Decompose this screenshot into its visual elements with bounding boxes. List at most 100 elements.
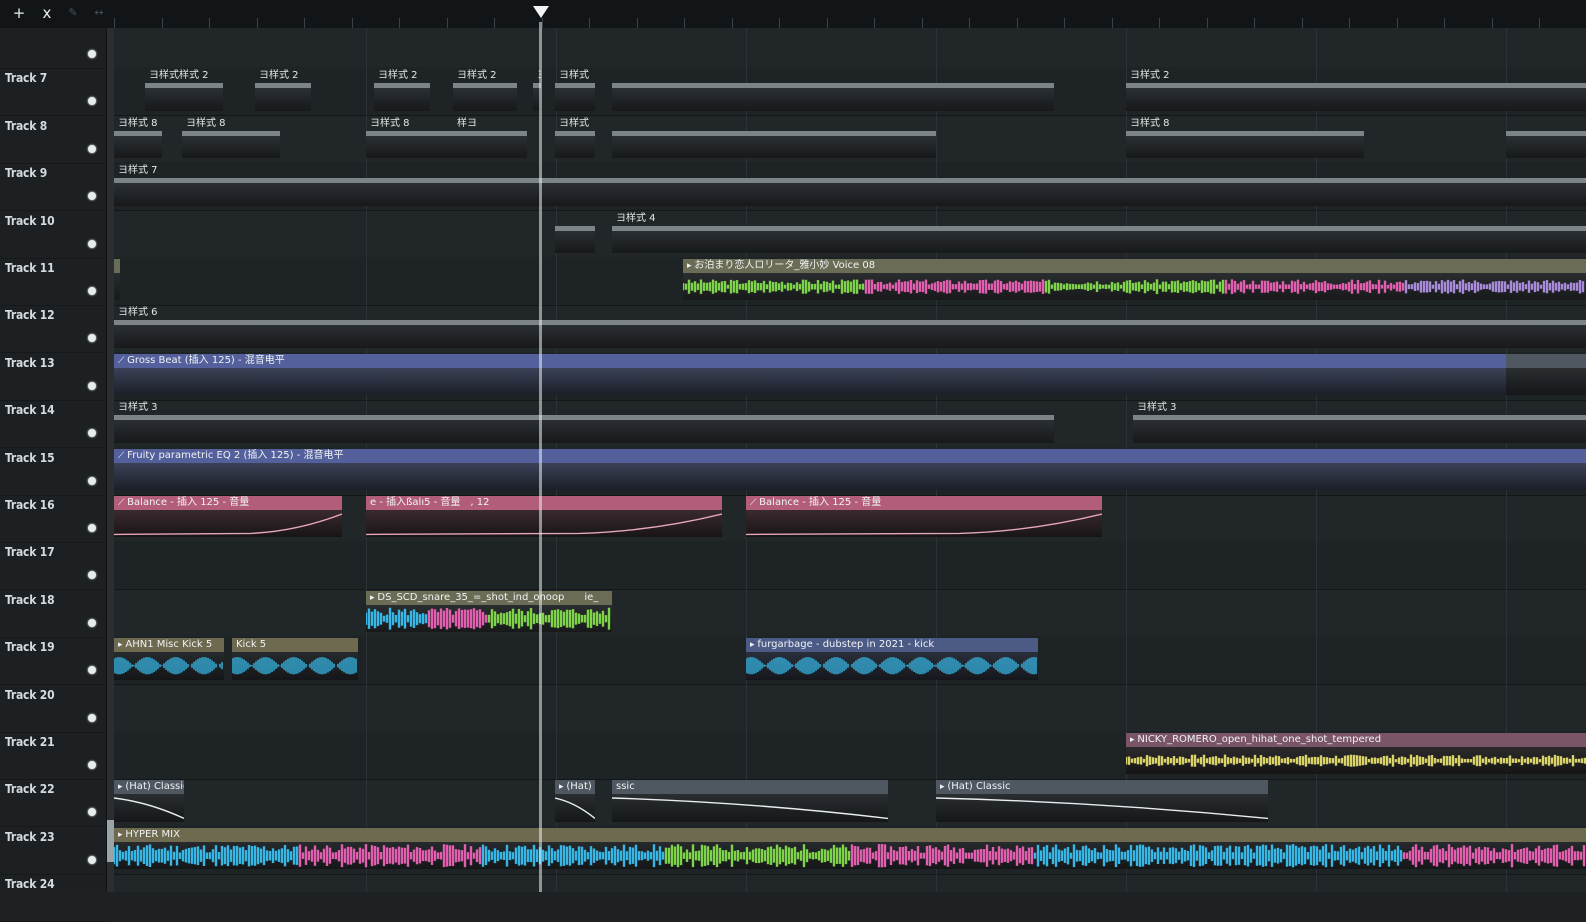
pattern-clip[interactable]: ヨ样式 7 <box>114 164 1586 206</box>
track-mute-led[interactable] <box>88 50 96 58</box>
clip-title: ▸ NICKY_ROMERO_open_hihat_one_shot_tempe… <box>1126 733 1586 747</box>
waveform <box>114 797 184 820</box>
track-header[interactable]: Track 6 <box>0 20 106 69</box>
track-header[interactable]: Track 22 <box>0 778 106 828</box>
track-lane[interactable] <box>114 28 1586 69</box>
pattern-clip[interactable]: ヨ样式 8 <box>1126 117 1364 159</box>
ruler-tick <box>1159 18 1160 28</box>
track-mute-led[interactable] <box>88 97 96 106</box>
pattern-clip[interactable] <box>612 117 936 159</box>
track-mute-led[interactable] <box>88 713 96 722</box>
track-lane[interactable] <box>114 684 1586 733</box>
audio-clip[interactable]: ▸ (Hat) <box>555 780 595 822</box>
track-mute-led[interactable] <box>88 429 96 438</box>
track-mute-led[interactable] <box>88 666 96 675</box>
ruler-tick <box>779 18 780 28</box>
track-header[interactable]: Track 23 <box>0 826 106 875</box>
clip-body <box>366 604 612 633</box>
pattern-clip[interactable]: ヨ样式 <box>555 117 595 159</box>
pattern-clip[interactable]: ヨ样式 8 <box>182 117 280 159</box>
track-mute-led[interactable] <box>88 476 96 485</box>
audio-clip[interactable]: ▸ furgarbage - dubstep in 2021 - kick <box>746 638 1038 680</box>
track-name: Track 19 <box>5 640 55 655</box>
waveform <box>366 607 611 630</box>
clip-label: ヨ样式 2 <box>378 70 418 82</box>
pattern-clip[interactable] <box>555 212 595 253</box>
track-header[interactable]: Track 11 <box>0 257 106 306</box>
track-header[interactable]: Track 20 <box>0 684 106 733</box>
playhead-marker[interactable] <box>533 6 549 18</box>
track-header-column: Track 6Track 7Track 8Track 9Track 10Trac… <box>0 28 106 922</box>
track-header[interactable]: Track 9 <box>0 162 106 212</box>
track-mute-led[interactable] <box>88 192 96 201</box>
audio-clip[interactable]: ssic <box>612 780 888 822</box>
track-mute-led[interactable] <box>88 287 96 295</box>
audio-clip[interactable] <box>1506 353 1586 396</box>
clip-label: ヨ样式 <box>559 117 589 129</box>
clip-body <box>683 273 1586 301</box>
track-header[interactable]: Track 18 <box>0 589 106 638</box>
pattern-clip[interactable]: ヨ样式 2 <box>453 69 517 111</box>
playlist-arrangement[interactable]: ヨ样式样式 2ヨ样式 2ヨ样式 2ヨ样式 2ヨヨ样式ヨ样式 2ヨ样式 8ヨ样式 … <box>114 28 1586 892</box>
pattern-clip[interactable]: ヨ样式 <box>555 69 595 111</box>
track-mute-led[interactable] <box>88 571 96 580</box>
automation-clip[interactable]: ⟋ Balance - 插入 125 - 音量 <box>746 496 1102 538</box>
playhead-line <box>539 22 542 892</box>
pattern-clip[interactable]: ヨ样式 3 <box>1133 401 1586 443</box>
track-mute-led[interactable] <box>88 761 96 769</box>
track-header[interactable]: Track 10 <box>0 210 106 259</box>
clip-title: ▸ (Hat) Classic <box>114 780 184 795</box>
audio-clip[interactable]: Kick 5 <box>232 638 358 680</box>
track-header[interactable]: Track 17 <box>0 541 106 591</box>
track-name: Track 15 <box>5 450 55 465</box>
track-header[interactable]: Track 15 <box>0 447 106 496</box>
pattern-clip[interactable]: ヨ样式 2 <box>255 69 311 111</box>
audio-clip[interactable]: ▸ AHN1 Misc Kick 5 <box>114 638 224 680</box>
automation-clip[interactable]: ⟋ Gross Beat (插入 125) - 混音电平 <box>114 353 1586 396</box>
track-mute-led[interactable] <box>88 618 96 627</box>
audio-clip[interactable]: ▸ DS_SCD_snare_35_=_shot_ind_onoop ie_ <box>366 590 612 633</box>
audio-clip[interactable]: ▸ (Hat) Classic <box>936 780 1268 822</box>
pattern-clip[interactable]: ヨ样式 3 <box>114 401 1054 443</box>
track-mute-led[interactable] <box>88 808 96 817</box>
track-mute-led[interactable] <box>88 855 96 864</box>
track-header[interactable]: Track 13 <box>0 352 106 401</box>
pattern-clip[interactable]: ヨ样式 2 <box>1126 69 1586 111</box>
track-lane[interactable] <box>114 873 1586 892</box>
track-mute-led[interactable] <box>88 334 96 343</box>
track-header[interactable]: Track 21 <box>0 731 106 780</box>
track-header[interactable]: Track 19 <box>0 636 106 686</box>
audio-clip[interactable]: ▸ (Hat) Classic <box>114 780 184 822</box>
waveform <box>114 273 120 300</box>
pattern-clip[interactable]: ヨ样式 2 <box>374 69 430 111</box>
grip-handle[interactable] <box>107 820 114 862</box>
audio-clip[interactable]: ▸ NICKY_ROMERO_open_hihat_one_shot_tempe… <box>1126 733 1586 775</box>
track-lane[interactable] <box>114 589 1586 638</box>
track-header[interactable]: Track 7 <box>0 67 106 117</box>
pattern-clip[interactable]: 样ヨ <box>453 117 527 159</box>
pattern-clip[interactable]: ヨ样式样式 2 <box>145 69 223 111</box>
waveform <box>1126 754 1586 767</box>
pattern-clip[interactable]: ヨ样式 4 <box>612 212 1586 253</box>
automation-clip[interactable]: ⟋ Fruity parametric EQ 2 (插入 125) - 混音电平 <box>114 448 1586 490</box>
track-lane[interactable] <box>114 541 1586 591</box>
pattern-clip[interactable]: ヨ样式 6 <box>114 306 1586 348</box>
audio-clip[interactable]: ▸ お泊まり恋人ロリータ_雅小妙 Voice 08 <box>683 259 1586 301</box>
track-mute-led[interactable] <box>88 144 96 153</box>
track-header[interactable]: Track 16 <box>0 494 106 543</box>
track-header[interactable]: Track 14 <box>0 399 106 449</box>
audio-clip[interactable]: ▸ HYPER MIX <box>114 827 1586 870</box>
track-mute-led[interactable] <box>88 524 96 532</box>
track-header[interactable]: Track 8 <box>0 115 106 164</box>
timeline-ruler[interactable] <box>114 0 1586 28</box>
automation-clip[interactable]: ⟋ Balance - 插入 125 - 音量 <box>114 496 342 538</box>
pattern-clip[interactable] <box>1506 117 1586 159</box>
automation-clip[interactable]: e - 插入ßalı5 - 音量 , 12 <box>366 496 722 538</box>
track-mute-led[interactable] <box>88 381 96 390</box>
audio-clip[interactable] <box>114 259 120 301</box>
pattern-clip[interactable] <box>612 69 1054 111</box>
track-header[interactable]: Track 24 <box>0 873 106 922</box>
track-mute-led[interactable] <box>88 239 96 248</box>
track-header[interactable]: Track 12 <box>0 304 106 354</box>
pattern-clip[interactable]: ヨ样式 8 <box>114 117 162 159</box>
